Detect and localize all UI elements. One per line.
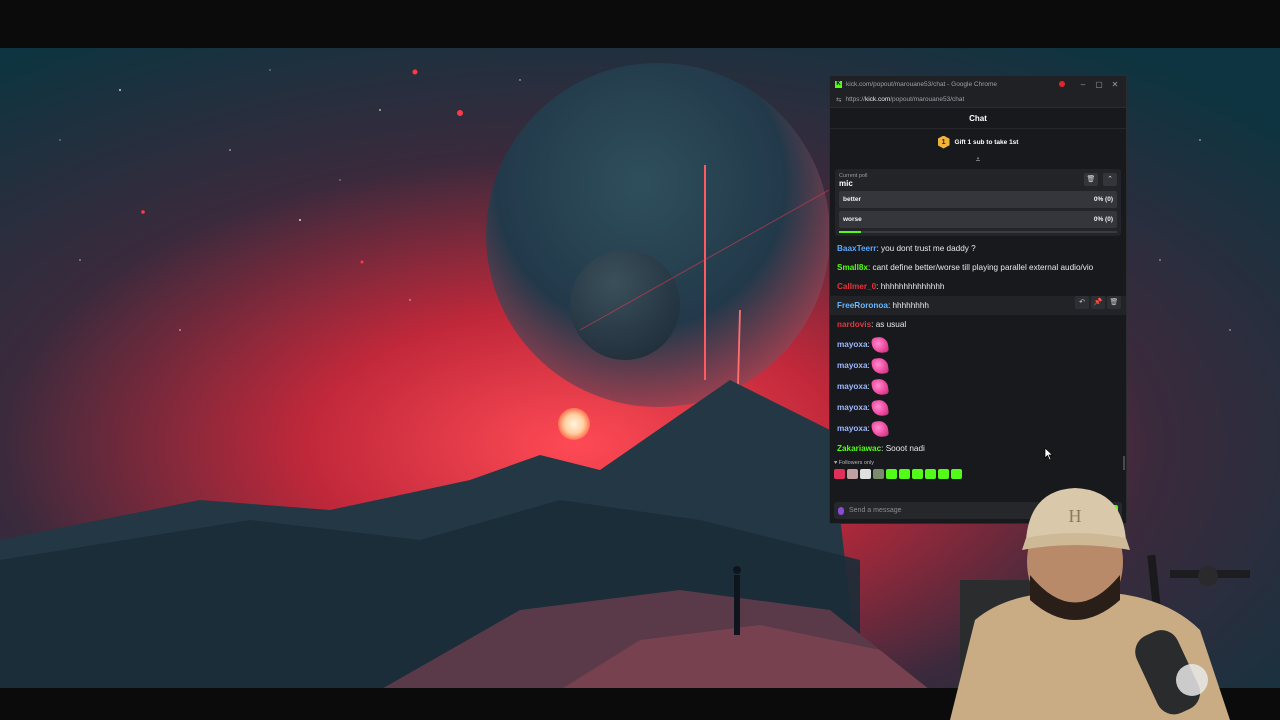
chat-messages: BaaxTeerr: you dont trust me daddy ? Sma… <box>830 236 1126 458</box>
emote-icon[interactable] <box>860 469 871 479</box>
chat-message[interactable]: Small8x: cant define better/worse till p… <box>837 258 1119 277</box>
close-button[interactable]: ✕ <box>1109 80 1121 89</box>
chat-header: Chat <box>830 108 1126 129</box>
chat-message-text: : you dont trust me daddy ? <box>876 243 976 253</box>
microphone-icon[interactable] <box>838 506 844 515</box>
gift-rank-badge: 1 <box>937 135 950 149</box>
mouse-cursor-icon <box>1044 447 1054 461</box>
chat-message-text: : <box>867 360 870 370</box>
followers-only-notice: ♥ Followers only <box>834 460 874 466</box>
emote-icon[interactable] <box>834 469 845 479</box>
emote-icon[interactable] <box>925 469 936 479</box>
pin-icon[interactable]: 📌 <box>1091 296 1105 309</box>
chat-message[interactable]: Callmer_0: hhhhhhhhhhhhhh <box>837 277 1119 296</box>
gift-sub-text: Gift 1 sub to take 1st <box>954 138 1019 146</box>
emote-icon[interactable] <box>886 469 897 479</box>
chat-username[interactable]: nardovis <box>837 320 871 329</box>
chat-message[interactable]: BaaxTeerr: you dont trust me daddy ? <box>837 239 1119 258</box>
address-bar[interactable]: ⇆ https://kick.com/popout/marouane53/cha… <box>830 92 1126 108</box>
poll-option-worse[interactable]: worse 0% (0) <box>839 211 1117 228</box>
chat-username[interactable]: Callmer_0 <box>837 282 876 291</box>
chat-message-text: : hhhhhhhh <box>887 300 929 310</box>
chat-popup-window: K kick.com/popout/marouane53/chat - Goog… <box>829 75 1127 524</box>
poll-option-result: 0% (0) <box>1093 196 1113 203</box>
chat-message[interactable]: nardovis: as usual <box>837 315 1119 334</box>
heart-emote-icon <box>871 335 890 354</box>
emote-icon[interactable] <box>951 469 962 479</box>
chevron-up-icon[interactable]: ⌃ <box>1103 173 1117 186</box>
emote-icon[interactable] <box>873 469 884 479</box>
heart-emote-icon <box>871 356 890 375</box>
chat-message-text: : <box>867 402 870 412</box>
message-actions: ↶ 📌 🗑 <box>1075 296 1121 309</box>
poll-timer-bar <box>839 231 1117 233</box>
quick-emote-bar <box>830 466 1126 479</box>
window-titlebar[interactable]: K kick.com/popout/marouane53/chat - Goog… <box>830 76 1126 92</box>
recording-indicator-icon <box>1059 81 1065 87</box>
minimize-button[interactable]: – <box>1077 80 1089 89</box>
chat-message[interactable]: Zakariawac: Sooot nadi <box>837 439 1119 458</box>
url-text: https://kick.com/popout/marouane53/chat <box>845 96 965 103</box>
chat-message-text: : <box>867 381 870 391</box>
heart-icon: ♥ <box>834 460 838 466</box>
collapse-pinned-icon[interactable]: ⩡ <box>830 155 1126 165</box>
delete-icon[interactable]: 🗑 <box>1107 296 1121 309</box>
chat-message[interactable]: mayoxa: <box>837 397 1119 418</box>
chat-username[interactable]: FreeRoronoa <box>837 301 888 310</box>
kick-logo-icon: K <box>835 80 842 88</box>
poll-option-result: 0% (0) <box>1093 216 1113 223</box>
emote-icon[interactable] <box>899 469 910 479</box>
maximize-button[interactable]: ▢ <box>1093 80 1105 89</box>
chat-username[interactable]: mayoxa <box>837 424 868 433</box>
heart-emote-icon <box>871 419 890 438</box>
chat-username[interactable]: Zakariawac <box>837 444 881 453</box>
emote-icon[interactable] <box>847 469 858 479</box>
heart-emote-icon <box>871 377 890 396</box>
window-title: kick.com/popout/marouane53/chat - Google… <box>846 80 998 88</box>
site-info-icon[interactable]: ⇆ <box>836 96 841 104</box>
emote-icon[interactable] <box>912 469 923 479</box>
heart-emote-icon <box>871 398 890 417</box>
current-poll: Current poll mic 🗑 ⌃ better 0% (0) worse… <box>835 169 1121 236</box>
chat-message-text: : hhhhhhhhhhhhhh <box>876 281 945 291</box>
chat-username[interactable]: mayoxa <box>837 361 868 370</box>
chat-username[interactable]: BaaxTeerr <box>837 244 876 253</box>
chat-message-text: : <box>867 339 870 349</box>
poll-question: mic <box>839 179 853 188</box>
cap-logo-icon: H <box>1069 506 1082 526</box>
chat-message-text: : <box>867 423 870 433</box>
poll-option-better[interactable]: better 0% (0) <box>839 191 1117 208</box>
chat-message-text: : as usual <box>871 319 907 329</box>
chat-message[interactable]: mayoxa: <box>837 418 1119 439</box>
chat-message-text: : Sooot nadi <box>881 443 925 453</box>
chat-username[interactable]: Small8x <box>837 263 868 272</box>
chat-username[interactable]: mayoxa <box>837 340 868 349</box>
chat-message[interactable]: mayoxa: <box>837 376 1119 397</box>
chat-message-text: : cant define better/worse till playing … <box>867 262 1094 272</box>
webcam-overlay: H <box>950 488 1250 720</box>
delete-poll-icon[interactable]: 🗑 <box>1084 173 1098 186</box>
chat-username[interactable]: mayoxa <box>837 382 868 391</box>
chat-username[interactable]: mayoxa <box>837 403 868 412</box>
chat-message[interactable]: mayoxa: <box>837 355 1119 376</box>
chat-scrollbar[interactable] <box>1123 456 1125 470</box>
emote-icon[interactable] <box>938 469 949 479</box>
gift-sub-banner[interactable]: 1 Gift 1 sub to take 1st <box>830 129 1126 155</box>
reply-icon[interactable]: ↶ <box>1075 296 1089 309</box>
chat-message[interactable]: mayoxa: <box>837 334 1119 355</box>
